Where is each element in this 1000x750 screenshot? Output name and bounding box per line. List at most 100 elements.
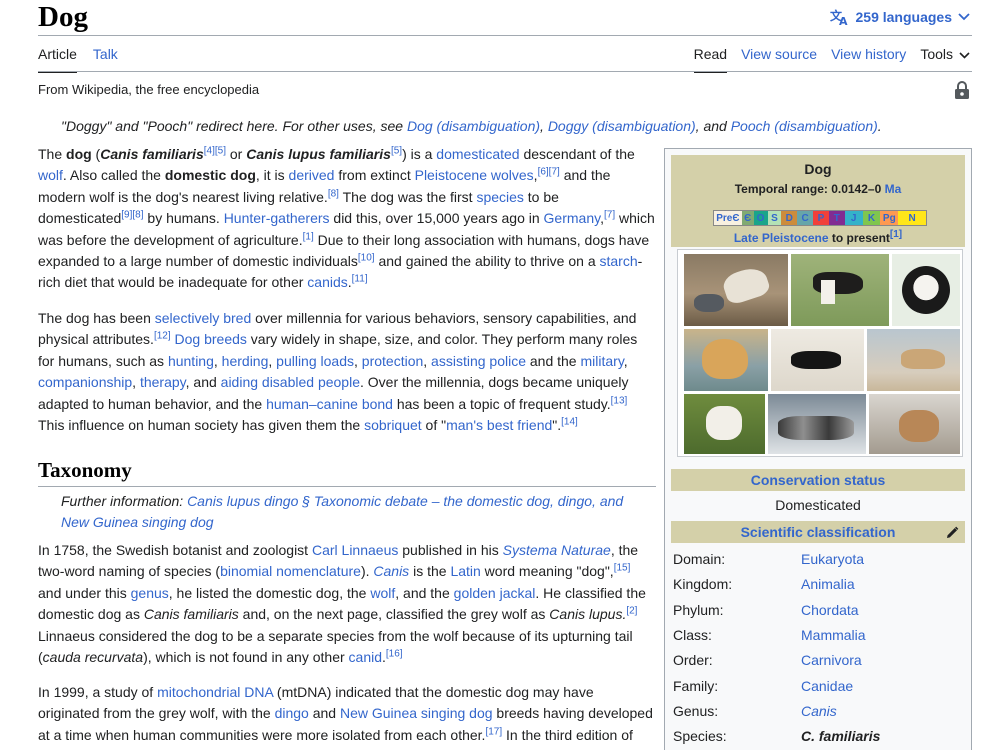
tab-view-history[interactable]: View history bbox=[831, 46, 906, 62]
link-military[interactable]: military bbox=[580, 353, 623, 369]
classification-value[interactable]: Canidae bbox=[801, 678, 853, 700]
classification-value[interactable]: Chordata bbox=[801, 602, 859, 624]
link-sobriquet[interactable]: sobriquet bbox=[364, 417, 422, 433]
late-suffix: to present bbox=[828, 231, 890, 245]
classification-row: Domain: Eukaryota bbox=[673, 551, 965, 573]
dog-photo[interactable] bbox=[684, 254, 788, 326]
section-divider bbox=[38, 486, 656, 487]
link-aiding-disabled[interactable]: aiding disabled people bbox=[221, 374, 360, 390]
link-herding[interactable]: herding bbox=[222, 353, 269, 369]
classification-value[interactable]: Eukaryota bbox=[801, 551, 864, 573]
hatnote-text: "Doggy" and "Pooch" redirect here. For o… bbox=[61, 118, 407, 134]
link-mitochondrial-dna[interactable]: mitochondrial DNA bbox=[157, 684, 273, 700]
hatnote-link-dog-disambiguation[interactable]: Dog (disambiguation) bbox=[407, 118, 540, 134]
timebar-period[interactable]: S bbox=[767, 211, 782, 225]
tab-article[interactable]: Article bbox=[38, 46, 77, 73]
link-species[interactable]: species bbox=[476, 189, 523, 205]
infobox-header: Dog Temporal range: 0.0142–0 Ma PreЄ Є O S D… bbox=[671, 155, 965, 247]
link-canid[interactable]: canid bbox=[349, 649, 382, 665]
link-selectively-bred[interactable]: selectively bred bbox=[155, 310, 252, 326]
link-pleistocene-wolves[interactable]: Pleistocene wolves bbox=[415, 167, 534, 183]
link-systema-naturae[interactable]: Systema Naturae bbox=[503, 542, 611, 558]
link-golden-jackal[interactable]: golden jackal bbox=[454, 585, 536, 601]
link-assisting-police[interactable]: assisting police bbox=[431, 353, 526, 369]
timebar-period[interactable]: PreЄ bbox=[714, 211, 742, 225]
link-derived[interactable]: derived bbox=[289, 167, 335, 183]
link-ma[interactable]: Ma bbox=[885, 182, 902, 196]
link-mans-best-friend[interactable]: man's best friend bbox=[446, 417, 552, 433]
dog-photo[interactable] bbox=[771, 329, 864, 391]
classification-row: Genus: Canis bbox=[673, 703, 965, 725]
timebar-period[interactable]: Pg bbox=[880, 211, 899, 225]
classification-rank: Phylum: bbox=[673, 601, 724, 618]
link-wolf[interactable]: wolf bbox=[38, 167, 63, 183]
link-latin[interactable]: Latin bbox=[450, 563, 480, 579]
dog-photo[interactable] bbox=[791, 254, 889, 326]
geologic-timebar: PreЄ Є O S D C P T J K Pg N bbox=[713, 210, 927, 226]
hatnote: "Doggy" and "Pooch" redirect here. For o… bbox=[61, 118, 882, 134]
link-protection[interactable]: protection bbox=[362, 353, 423, 369]
classification-rank: Kingdom: bbox=[673, 576, 733, 593]
tab-read[interactable]: Read bbox=[693, 46, 728, 73]
hatnote-link-pooch-disambiguation[interactable]: Pooch (disambiguation) bbox=[731, 118, 878, 134]
edit-pencil-icon[interactable] bbox=[945, 524, 959, 546]
classification-value[interactable]: Animalia bbox=[801, 576, 855, 598]
namespace-tabs: Article Talk bbox=[38, 46, 118, 73]
late-ref[interactable]: [1] bbox=[890, 229, 902, 240]
classification-value[interactable]: Carnivora bbox=[801, 652, 862, 674]
further-information-note: Further information: Canis lupus dingo §… bbox=[61, 491, 651, 534]
classification-rank: Family: bbox=[673, 677, 719, 694]
link-binomial-nomenclature[interactable]: binomial nomenclature bbox=[220, 563, 361, 579]
link-wolf-2[interactable]: wolf bbox=[370, 585, 395, 601]
link-therapy[interactable]: therapy bbox=[140, 374, 186, 390]
tab-talk[interactable]: Talk bbox=[93, 46, 118, 62]
scientific-classification-label[interactable]: Scientific classification bbox=[741, 524, 896, 540]
link-human-canine-bond[interactable]: human–canine bond bbox=[266, 396, 393, 412]
link-dingo[interactable]: dingo bbox=[275, 705, 309, 721]
timebar-period[interactable]: K bbox=[862, 211, 881, 225]
link-companionship[interactable]: companionship bbox=[38, 374, 132, 390]
link-dog-breeds[interactable]: Dog breeds bbox=[175, 331, 247, 347]
language-selector[interactable]: 文A 259 languages bbox=[830, 8, 971, 26]
link-pulling-loads[interactable]: pulling loads bbox=[276, 353, 354, 369]
link-new-guinea-singing-dog[interactable]: New Guinea singing dog bbox=[340, 705, 493, 721]
classification-value[interactable]: Canis bbox=[801, 703, 837, 725]
dog-photo[interactable] bbox=[867, 329, 960, 391]
link-hunter-gatherers[interactable]: Hunter-gatherers bbox=[224, 210, 330, 226]
timebar-period[interactable]: T bbox=[828, 211, 845, 225]
tab-view-source[interactable]: View source bbox=[741, 46, 817, 62]
dog-photo[interactable] bbox=[869, 394, 960, 454]
timebar-period[interactable]: D bbox=[781, 211, 798, 225]
timebar-period[interactable]: P bbox=[813, 211, 829, 225]
link-canids[interactable]: canids bbox=[307, 274, 347, 290]
link-domesticated[interactable]: domesticated bbox=[436, 146, 519, 162]
link-late-pleistocene[interactable]: Late Pleistocene bbox=[734, 231, 829, 245]
timebar-period[interactable]: J bbox=[844, 211, 863, 225]
link-germany[interactable]: Germany bbox=[544, 210, 601, 226]
taxonomy-paragraph-2: In 1999, a study of mitochondrial DNA (m… bbox=[38, 682, 656, 750]
hatnote-link-doggy-disambiguation[interactable]: Doggy (disambiguation) bbox=[548, 118, 696, 134]
temporal-range: Temporal range: 0.0142–0 Ma bbox=[671, 182, 965, 196]
title-divider bbox=[38, 35, 972, 36]
link-genus[interactable]: genus bbox=[131, 585, 169, 601]
lock-icon[interactable] bbox=[954, 80, 970, 103]
link-carl-linnaeus[interactable]: Carl Linnaeus bbox=[312, 542, 398, 558]
timebar-period[interactable]: O bbox=[753, 211, 768, 225]
dog-photo[interactable] bbox=[684, 329, 768, 391]
dog-photo[interactable] bbox=[684, 394, 765, 454]
conservation-status-header[interactable]: Conservation status bbox=[671, 469, 965, 491]
link-hunting[interactable]: hunting bbox=[168, 353, 214, 369]
dog-photo[interactable] bbox=[768, 394, 866, 454]
timebar-period[interactable]: Є bbox=[741, 211, 754, 225]
timebar-period[interactable]: C bbox=[797, 211, 814, 225]
classification-row: Order: Carnivora bbox=[673, 652, 965, 674]
link-canis[interactable]: Canis bbox=[373, 563, 409, 579]
section-heading-taxonomy: Taxonomy bbox=[38, 458, 132, 482]
classification-value[interactable]: Mammalia bbox=[801, 627, 866, 649]
link-starch[interactable]: starch bbox=[600, 253, 638, 269]
timebar-period[interactable]: N bbox=[898, 211, 926, 225]
dog-photo[interactable] bbox=[892, 254, 960, 326]
hatnote-sep: , and bbox=[695, 118, 731, 134]
tools-menu[interactable]: Tools bbox=[920, 46, 970, 62]
tools-label: Tools bbox=[920, 46, 953, 62]
